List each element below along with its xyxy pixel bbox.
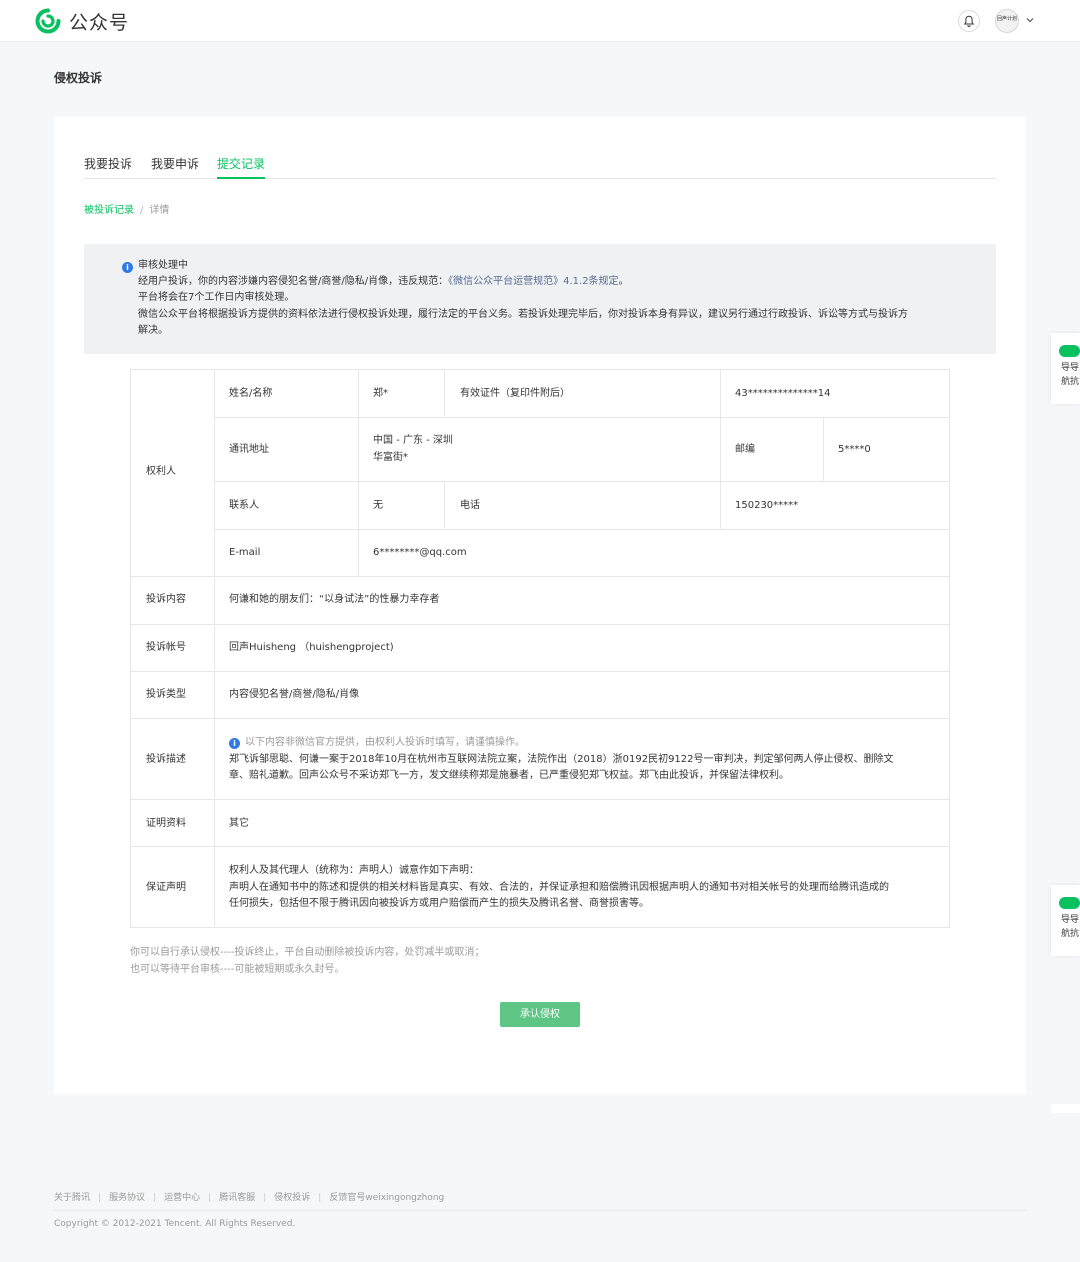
declaration-line-3: 任何损失，包括但不限于腾讯因向被投诉方或用户赔偿而产生的损失及腾讯名誉、商誉损害… (229, 898, 649, 909)
admit-infringement-button[interactable]: 承认侵权 (500, 1002, 580, 1027)
review-notice: i 审核处理中 经用户投诉，你的内容涉嫌内容侵犯名誉/商誉/隐私/肖像，违反规范… (84, 244, 996, 354)
chevron-down-icon[interactable] (1024, 14, 1036, 26)
table-divider (131, 624, 949, 625)
footer-link-infringement[interactable]: 侵权投诉 (274, 1193, 310, 1203)
footer-links: 关于腾讯 | 服务协议 | 运营中心 | 腾讯客服 | 侵权投诉 | 反馈官号weixingongz… (54, 1193, 445, 1203)
description-line-1: 郑飞诉邹思聪、何谦一案于2018年10月在杭州市互联网法院立案，法院作出（201… (229, 754, 894, 765)
notice-line-4: 解决。 (138, 325, 168, 336)
postcode-label: 邮编 (735, 444, 755, 455)
evidence-value: 其它 (229, 818, 249, 829)
tip-line-1: 你可以自行承认侵权----投诉终止，平台自动删除被投诉内容，处罚减半或取消； (130, 947, 485, 958)
phone-value: 150230***** (735, 500, 799, 511)
table-divider (131, 576, 949, 577)
complaint-content-value: 何谦和她的朋友们：“以身试法”的性暴力幸存者 (229, 594, 440, 605)
table-divider (131, 671, 949, 672)
footer-link-about[interactable]: 关于腾讯 (54, 1193, 90, 1203)
logo[interactable]: 公众号 (35, 8, 129, 34)
side-guide-widget[interactable]: 导导 航抗 (1051, 333, 1080, 404)
evidence-label: 证明资料 (146, 818, 186, 829)
table-divider (131, 799, 949, 800)
breadcrumb-separator: / (140, 205, 144, 216)
complaint-content-label: 投诉内容 (146, 594, 186, 605)
heart-badge-icon (1059, 897, 1080, 909)
table-divider (358, 529, 359, 576)
notification-bell-icon[interactable] (958, 10, 980, 32)
declaration-line-2: 声明人在通知书中的陈述和提供的相关材料皆是真实、有效、合法的，并保证承担和赔偿腾… (229, 882, 889, 893)
description-hint: i 以下内容非微信官方提供，由权利人投诉时填写，请谨慎操作。 (229, 734, 525, 751)
info-icon: i (229, 738, 240, 749)
side-widget-text: 导导 (1061, 915, 1080, 925)
contact-value: 无 (373, 500, 383, 511)
declaration-line-1: 权利人及其代理人（统称为：声明人）诚意作如下声明： (229, 865, 479, 876)
breadcrumb: 被投诉记录 / 详情 (84, 201, 169, 216)
table-divider (214, 529, 949, 530)
footer-divider (54, 1210, 1026, 1211)
table-divider (131, 846, 949, 847)
table-divider (444, 481, 445, 529)
complaint-info-table: 权利人 姓名/名称 郑* 有效证件（复印件附后） 43*************… (130, 369, 950, 928)
rights-holder-label: 权利人 (146, 466, 176, 477)
table-divider (358, 370, 359, 529)
address-line-1: 中国 - 广东 - 深圳 (373, 435, 453, 446)
notice-status: 审核处理中 (138, 260, 188, 271)
side-widget-text: 导导 (1061, 363, 1080, 373)
table-divider (214, 481, 949, 482)
complaint-account-value: 回声Huisheng （huishengproject) (229, 642, 394, 653)
heart-badge-icon (1059, 345, 1080, 357)
tab-file-appeal[interactable]: 我要申诉 (151, 155, 199, 179)
id-document-label: 有效证件（复印件附后） (460, 388, 570, 399)
table-divider (214, 370, 215, 927)
logo-text: 公众号 (69, 11, 130, 34)
address-line-2: 华富街* (373, 452, 408, 463)
contact-label: 联系人 (229, 500, 259, 511)
notice-line-1: 经用户投诉，你的内容涉嫌内容侵犯名誉/商誉/隐私/肖像，违反规范：《微信公众平台… (138, 276, 629, 287)
table-divider (214, 417, 949, 418)
tab-submission-records[interactable]: 提交记录 (217, 155, 266, 179)
footer-link-terms[interactable]: 服务协议 (109, 1193, 145, 1203)
declaration-label: 保证声明 (146, 882, 186, 893)
breadcrumb-current: 详情 (149, 205, 170, 216)
admission-tips: 你可以自行承认侵权----投诉终止，平台自动删除被投诉内容，处罚减半或取消； 也… (130, 944, 484, 978)
complaint-type-value: 内容侵犯名誉/商誉/隐私/肖像 (229, 689, 360, 700)
name-value: 郑* (373, 388, 388, 399)
side-guide-widget[interactable]: 导导 航抗 (1051, 885, 1080, 956)
description-line-2: 章、赔礼道歉。回声公众号不采访郑飞一方，发文继续称郑是施暴者，已严重侵犯郑飞权益… (229, 770, 789, 781)
copyright: Copyright © 2012-2021 Tencent. All Right… (54, 1219, 296, 1229)
table-divider (444, 370, 445, 417)
side-widget-text: 航抗 (1061, 377, 1080, 387)
email-value: 6********@qq.com (373, 547, 467, 558)
complaint-detail-card: 我要投诉 我要申诉 提交记录 被投诉记录 / 详情 i 审核处理中 经用户投诉，你的… (54, 117, 1026, 1094)
tab-file-complaint[interactable]: 我要投诉 (84, 155, 132, 179)
wechat-official-account-logo-icon (35, 8, 61, 34)
info-icon: i (122, 262, 133, 273)
breadcrumb-complaint-records-link[interactable]: 被投诉记录 (84, 205, 134, 216)
complaint-type-label: 投诉类型 (146, 689, 186, 700)
notice-line-2: 平台将会在7个工作日内审核处理。 (138, 292, 295, 303)
footer-link-feedback[interactable]: 反馈官号weixingongzhong (329, 1193, 444, 1203)
tip-line-2: 也可以等待平台审核----可能被短期或永久封号。 (130, 964, 345, 975)
table-divider (131, 718, 949, 719)
address-label: 通讯地址 (229, 444, 269, 455)
page-title: 侵权投诉 (54, 71, 103, 85)
footer-link-ops-center[interactable]: 运营中心 (164, 1193, 200, 1203)
operation-rules-link[interactable]: 《微信公众平台运营规范》4.1.2条规定 (448, 276, 618, 287)
table-divider (823, 417, 824, 481)
notice-line-3: 微信公众平台将根据投诉方提供的资料依法进行侵权投诉处理，履行法定的平台义务。若投… (138, 309, 908, 320)
side-widget-text: 航抗 (1061, 929, 1080, 939)
complaint-description-label: 投诉描述 (146, 754, 186, 765)
table-divider (720, 370, 721, 529)
top-bar: 公众号 回声计划 (0, 0, 1080, 42)
complaint-account-label: 投诉帐号 (146, 642, 186, 653)
postcode-value: 5****0 (838, 444, 871, 455)
phone-label: 电话 (460, 500, 480, 511)
footer-link-support[interactable]: 腾讯客服 (219, 1193, 255, 1203)
side-widget-edge (1051, 1104, 1080, 1113)
account-avatar[interactable]: 回声计划 (995, 9, 1019, 33)
name-label: 姓名/名称 (229, 388, 273, 399)
id-document-value: 43**************14 (735, 388, 831, 399)
email-label: E-mail (229, 547, 261, 558)
tab-bar: 我要投诉 我要申诉 提交记录 (84, 155, 996, 179)
